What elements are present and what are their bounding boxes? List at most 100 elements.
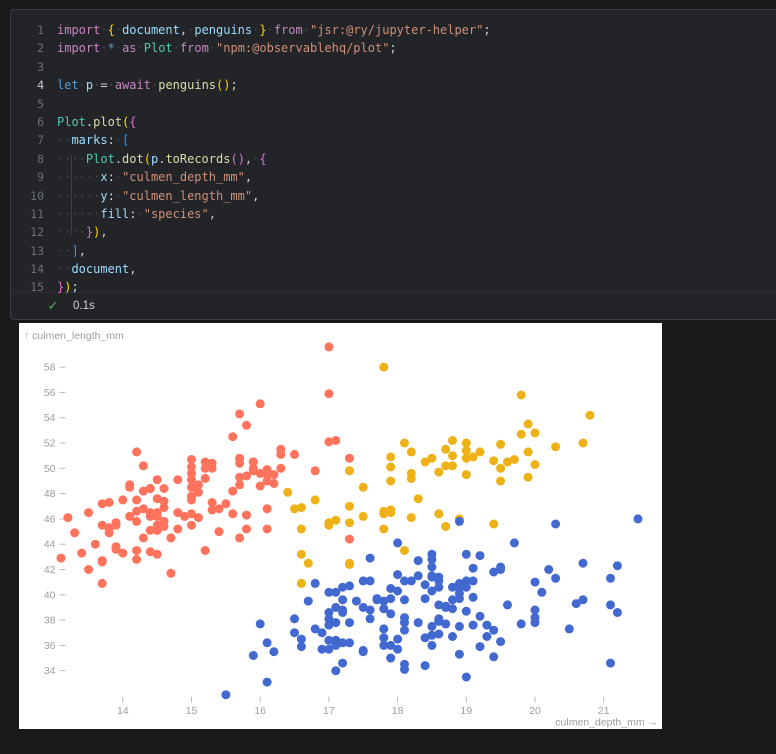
code-token-ws: ·	[173, 41, 180, 55]
code-token-var: penguins	[194, 23, 252, 37]
code-line[interactable]: 4let·p·=·await·penguins();	[11, 76, 776, 94]
data-point-chinstrap	[345, 466, 354, 475]
x-tick-label: 20	[529, 705, 541, 717]
code-token-str: "jsr:@ry/jupyter-helper"	[310, 23, 483, 37]
code-line[interactable]: 10······y:·"culmen_length_mm",	[11, 187, 776, 205]
data-point-adelie	[249, 651, 258, 660]
code-line[interactable]: 12····}),	[11, 223, 776, 241]
code-line[interactable]: 2import·*·as·Plot·from·"npm:@observableh…	[11, 39, 776, 57]
data-point-chinstrap	[407, 469, 416, 478]
code-token-kw: from	[180, 41, 209, 55]
data-point-chinstrap	[414, 494, 423, 503]
code-line[interactable]: 8····Plot.dot(p.toRecords(),·{	[11, 150, 776, 168]
code-token-var: y	[100, 189, 107, 203]
data-point-chinstrap	[496, 440, 505, 449]
code-token-ws: ·	[303, 23, 310, 37]
data-point-chinstrap	[407, 447, 416, 456]
data-point-gentoo	[263, 465, 272, 474]
code-line[interactable]: 14··document,	[11, 260, 776, 278]
code-line[interactable]: 13··],	[11, 242, 776, 260]
data-point-gentoo	[276, 445, 285, 454]
y-tick-label: 48	[44, 488, 56, 500]
code-line[interactable]: 7··marks:·[	[11, 131, 776, 149]
data-point-chinstrap	[345, 502, 354, 511]
data-point-adelie	[469, 576, 478, 585]
data-point-gentoo	[98, 499, 107, 508]
indent-guide	[71, 155, 72, 235]
data-point-adelie	[517, 619, 526, 628]
data-point-chinstrap	[386, 463, 395, 472]
data-point-gentoo	[263, 504, 272, 513]
code-token-str: "npm:@observablehq/plot"	[216, 41, 389, 55]
data-point-gentoo	[269, 479, 278, 488]
data-point-adelie	[366, 606, 375, 615]
data-point-chinstrap	[386, 452, 395, 461]
code-token-fn: dot	[122, 152, 144, 166]
line-number: 2	[11, 39, 44, 57]
data-point-adelie	[634, 514, 643, 523]
data-point-chinstrap	[448, 436, 457, 445]
code-line[interactable]: 1import·{·document,·penguins·}·from·"jsr…	[11, 21, 776, 39]
code-token-ws: ·	[115, 23, 122, 37]
data-point-gentoo	[84, 565, 93, 574]
data-point-gentoo	[132, 555, 141, 564]
data-point-gentoo	[215, 527, 224, 536]
data-point-chinstrap	[434, 509, 443, 518]
data-point-gentoo	[331, 436, 340, 445]
data-point-adelie	[551, 520, 560, 529]
execution-duration: 0.1s	[73, 300, 95, 312]
data-point-adelie	[297, 642, 306, 651]
code-token-var: document	[122, 23, 180, 37]
code-line[interactable]: 9······x:·"culmen_depth_mm",	[11, 168, 776, 186]
data-point-adelie	[427, 550, 436, 559]
code-token-ws: ··	[57, 262, 71, 276]
data-point-adelie	[613, 561, 622, 570]
plot-output: 34363840424446485052545658↑ culmen_lengt…	[19, 323, 662, 729]
scatter-plot: 34363840424446485052545658↑ culmen_lengt…	[19, 323, 662, 729]
line-number: 7	[11, 131, 44, 149]
data-point-gentoo	[139, 461, 148, 470]
code-token-bp: {	[259, 152, 266, 166]
data-point-gentoo	[249, 466, 258, 475]
code-line[interactable]: 3	[11, 58, 776, 76]
data-point-adelie	[579, 559, 588, 568]
code-line-text: let·p·=·await·penguins();	[57, 76, 238, 94]
data-point-adelie	[290, 614, 299, 623]
code-token-bb: [	[122, 133, 129, 147]
data-point-gentoo	[235, 459, 244, 468]
data-point-gentoo	[118, 549, 127, 558]
data-point-gentoo	[242, 421, 251, 430]
data-point-adelie	[469, 564, 478, 573]
code-token-ns: Plot	[86, 152, 115, 166]
data-point-chinstrap	[441, 445, 450, 454]
data-point-chinstrap	[359, 483, 368, 492]
y-tick-label: 58	[44, 362, 56, 374]
line-number: 8	[11, 150, 44, 168]
data-point-gentoo	[235, 480, 244, 489]
y-tick-label: 36	[44, 640, 56, 652]
data-point-adelie	[496, 637, 505, 646]
data-point-gentoo	[132, 495, 141, 504]
data-point-chinstrap	[489, 520, 498, 529]
code-editor[interactable]: 1import·{·document,·penguins·}·from·"jsr…	[11, 21, 776, 297]
data-point-chinstrap	[585, 411, 594, 420]
code-token-pun: ;	[483, 23, 490, 37]
code-token-ws: ·	[115, 41, 122, 55]
code-line[interactable]: 5	[11, 95, 776, 113]
code-line[interactable]: 11······fill:·"species",	[11, 205, 776, 223]
data-point-adelie	[400, 618, 409, 627]
data-point-gentoo	[263, 525, 272, 534]
data-point-gentoo	[105, 528, 114, 537]
code-line[interactable]: 6Plot.plot({	[11, 113, 776, 131]
data-point-chinstrap	[427, 454, 436, 463]
data-point-gentoo	[57, 554, 66, 563]
data-point-gentoo	[98, 579, 107, 588]
data-point-chinstrap	[524, 473, 533, 482]
data-point-adelie	[476, 642, 485, 651]
code-token-pun: ;	[230, 78, 237, 92]
data-point-adelie	[386, 584, 395, 593]
line-number: 11	[11, 205, 44, 223]
data-point-chinstrap	[496, 464, 505, 473]
code-token-ws: ·	[100, 23, 107, 37]
y-tick-label: 38	[44, 615, 56, 627]
